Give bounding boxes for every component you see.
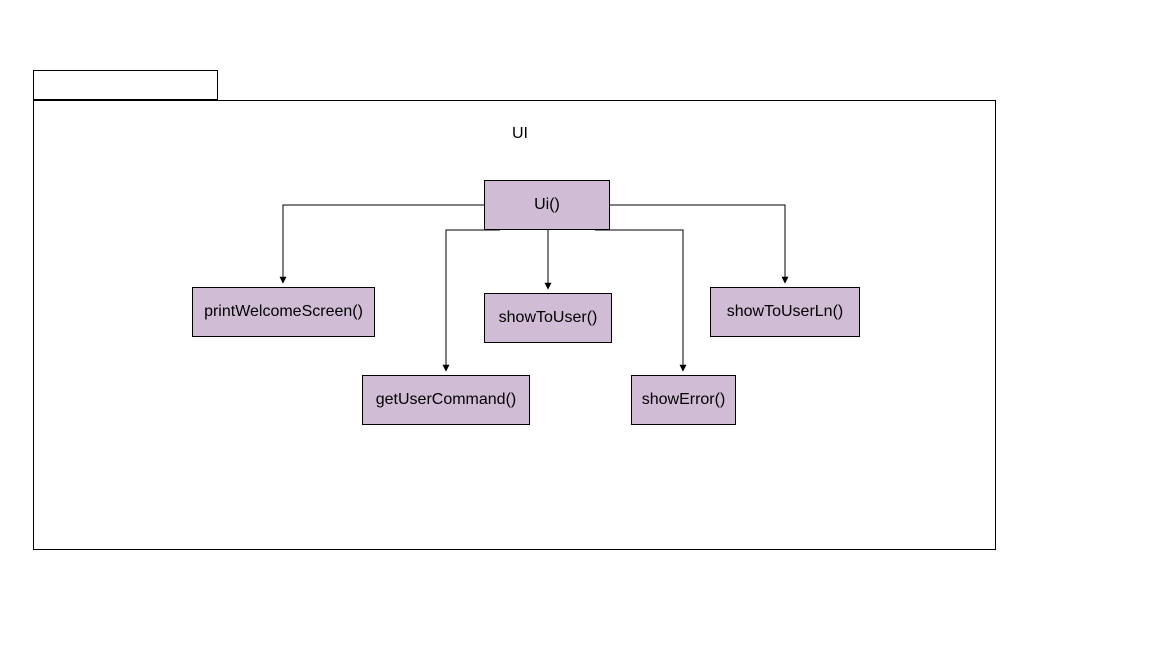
node-label: Ui() bbox=[534, 196, 560, 214]
node-print-welcome-screen: printWelcomeScreen() bbox=[192, 287, 375, 337]
package-title: UI bbox=[480, 125, 560, 143]
diagram-canvas: UI Ui() printWelcomeScreen() showToUser(… bbox=[0, 0, 1152, 648]
node-label: printWelcomeScreen() bbox=[204, 303, 363, 321]
package-tab bbox=[33, 70, 218, 100]
node-show-to-user-ln: showToUserLn() bbox=[710, 287, 860, 337]
node-ui-root: Ui() bbox=[484, 180, 610, 230]
node-show-error: showError() bbox=[631, 375, 736, 425]
node-get-user-command: getUserCommand() bbox=[362, 375, 530, 425]
node-label: showToUser() bbox=[499, 309, 598, 327]
node-label: showError() bbox=[642, 391, 726, 409]
node-label: showToUserLn() bbox=[727, 303, 843, 321]
node-show-to-user: showToUser() bbox=[484, 293, 612, 343]
node-label: getUserCommand() bbox=[376, 391, 516, 409]
